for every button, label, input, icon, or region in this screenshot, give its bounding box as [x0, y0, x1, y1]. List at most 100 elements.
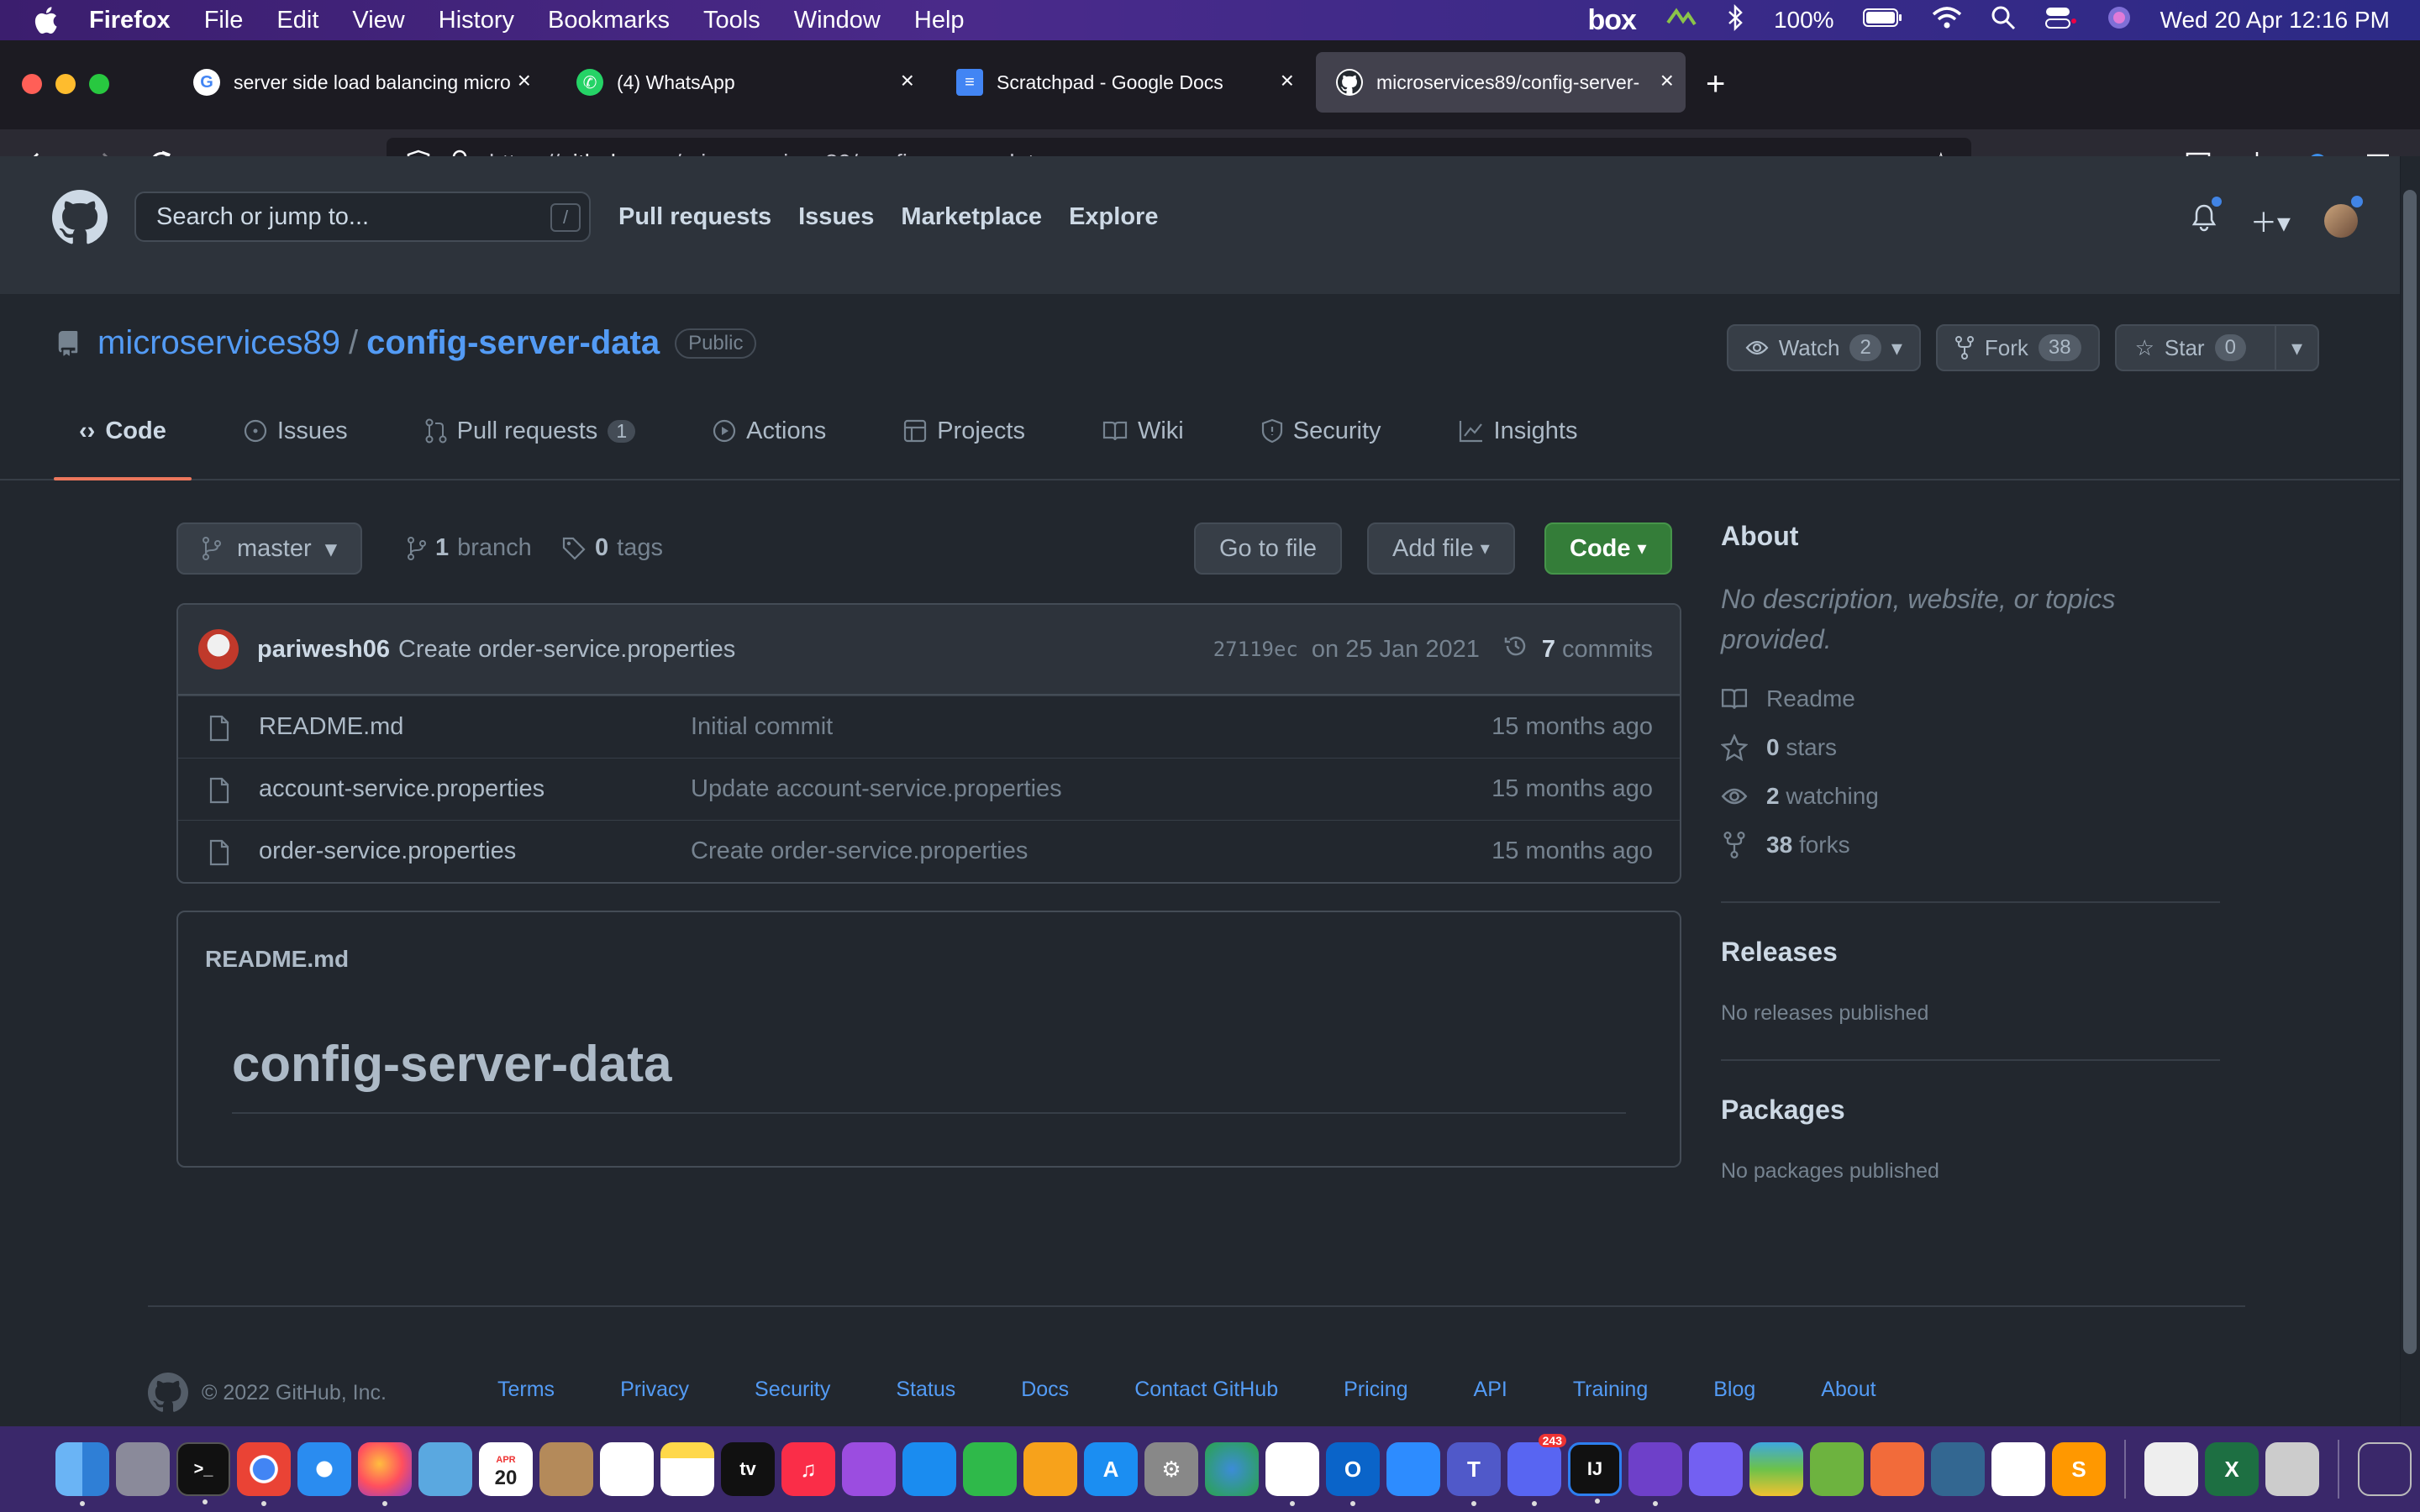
- menu-bookmarks[interactable]: Bookmarks: [548, 7, 670, 34]
- battery-icon[interactable]: [1862, 7, 1903, 34]
- browser-tab-google[interactable]: G server side load balancing micro ×: [173, 52, 543, 113]
- repo-name-link[interactable]: config-server-data: [366, 324, 660, 362]
- new-tab-button[interactable]: +: [1706, 66, 1725, 103]
- nav-explore[interactable]: Explore: [1069, 203, 1158, 231]
- reminders-icon[interactable]: [600, 1442, 654, 1496]
- file-name-link[interactable]: README.md: [259, 713, 403, 741]
- footer-link-pricing[interactable]: Pricing: [1344, 1378, 1407, 1402]
- readme-link[interactable]: Readme: [1721, 675, 2220, 723]
- safari-icon[interactable]: [297, 1442, 351, 1496]
- file-commit-message-link[interactable]: Update account-service.properties: [691, 775, 1062, 803]
- mongodb-compass-icon[interactable]: [1991, 1442, 2045, 1496]
- github-logo-icon[interactable]: [52, 190, 108, 245]
- file-commit-message-link[interactable]: Initial commit: [691, 713, 833, 741]
- siri-icon[interactable]: [2107, 5, 2132, 36]
- calendar-icon[interactable]: APR 20: [479, 1442, 533, 1496]
- footer-link-blog[interactable]: Blog: [1713, 1378, 1755, 1402]
- spring-tools-icon[interactable]: [1810, 1442, 1864, 1496]
- star-button[interactable]: ☆ Star 0 ▾: [2114, 324, 2319, 371]
- github-desktop-icon[interactable]: [1628, 1442, 1682, 1506]
- go-to-file-button[interactable]: Go to file: [1194, 522, 1343, 575]
- menu-help[interactable]: Help: [914, 7, 965, 34]
- browser-tab-github[interactable]: microservices89/config-server- ×: [1316, 52, 1686, 113]
- layers-app-icon[interactable]: [1749, 1442, 1803, 1496]
- keynote-icon[interactable]: [902, 1442, 956, 1496]
- create-new-plus-icon[interactable]: ＋▾: [2250, 202, 2291, 240]
- scrollbar-thumb[interactable]: [2403, 190, 2417, 1354]
- postgres-icon[interactable]: [1931, 1442, 1985, 1496]
- textedit-document-icon[interactable]: [2144, 1442, 2198, 1496]
- zoom-icon[interactable]: [1386, 1442, 1440, 1496]
- creative-cloud-icon[interactable]: [1665, 6, 1698, 35]
- watch-button[interactable]: Watch 2 ▾: [1726, 324, 1921, 371]
- outlook-icon[interactable]: O: [1326, 1442, 1380, 1506]
- footer-link-contact[interactable]: Contact GitHub: [1134, 1378, 1278, 1402]
- footer-link-status[interactable]: Status: [896, 1378, 955, 1402]
- footer-link-terms[interactable]: Terms: [497, 1378, 555, 1402]
- forks-link[interactable]: 38 forks: [1721, 821, 2220, 869]
- star-list-dropdown[interactable]: ▾: [2274, 326, 2317, 370]
- fork-button[interactable]: Fork 38: [1935, 324, 2100, 371]
- viber-icon[interactable]: [1689, 1442, 1743, 1496]
- branches-link[interactable]: 1 branch: [407, 534, 532, 562]
- file-name-link[interactable]: order-service.properties: [259, 837, 516, 865]
- footer-link-privacy[interactable]: Privacy: [620, 1378, 689, 1402]
- file-commit-message-link[interactable]: Create order-service.properties: [691, 837, 1028, 865]
- footer-link-training[interactable]: Training: [1573, 1378, 1648, 1402]
- file-row[interactable]: README.md Initial commit 15 months ago: [178, 696, 1680, 758]
- terminal-icon[interactable]: >_: [176, 1442, 230, 1504]
- repo-owner-link[interactable]: microservices89: [97, 324, 340, 362]
- close-window-button[interactable]: [22, 74, 42, 94]
- zoom-window-button[interactable]: [89, 74, 109, 94]
- star-main[interactable]: ☆ Star 0: [2117, 326, 2265, 370]
- close-tab-icon[interactable]: ×: [901, 67, 914, 94]
- tab-wiki[interactable]: Wiki: [1077, 403, 1209, 459]
- postman-icon[interactable]: [1870, 1442, 1924, 1496]
- github-search-input[interactable]: Search or jump to... /: [134, 192, 591, 242]
- app-store-icon[interactable]: A: [1084, 1442, 1138, 1496]
- tab-projects[interactable]: Projects: [878, 403, 1050, 459]
- spotlight-search-icon[interactable]: [1991, 5, 2016, 36]
- tab-security[interactable]: Security: [1236, 403, 1407, 459]
- branch-select-button[interactable]: master ▾: [176, 522, 363, 575]
- system-preferences-icon[interactable]: ⚙: [1144, 1442, 1198, 1496]
- wifi-icon[interactable]: [1932, 6, 1962, 35]
- watchers-link[interactable]: 2 watching: [1721, 772, 2220, 821]
- stars-link[interactable]: 0 stars: [1721, 723, 2220, 772]
- menu-history[interactable]: History: [439, 7, 514, 34]
- browser-tab-whatsapp[interactable]: ✆ (4) WhatsApp ×: [556, 52, 926, 113]
- close-tab-icon[interactable]: ×: [518, 67, 531, 94]
- podcasts-icon[interactable]: [842, 1442, 896, 1496]
- slack-icon[interactable]: [1265, 1442, 1319, 1506]
- notifications-bell-icon[interactable]: [2191, 195, 2223, 239]
- file-name-link[interactable]: account-service.properties: [259, 775, 544, 803]
- numbers-icon[interactable]: [963, 1442, 1017, 1496]
- footer-link-about[interactable]: About: [1821, 1378, 1876, 1402]
- tags-link[interactable]: 0 tags: [561, 534, 663, 562]
- close-tab-icon[interactable]: ×: [1660, 67, 1674, 94]
- commit-author-link[interactable]: pariwesh06: [257, 636, 390, 664]
- tab-code[interactable]: ‹› Code: [54, 403, 192, 480]
- menu-window[interactable]: Window: [794, 7, 881, 34]
- file-row[interactable]: order-service.properties Create order-se…: [178, 820, 1680, 882]
- code-dropdown-button[interactable]: Code ▾: [1544, 522, 1672, 575]
- screenshot-thumbnail-icon[interactable]: [2265, 1442, 2319, 1496]
- chrome-icon[interactable]: [237, 1442, 291, 1506]
- footer-link-docs[interactable]: Docs: [1021, 1378, 1069, 1402]
- menu-view[interactable]: View: [352, 7, 404, 34]
- menu-edit[interactable]: Edit: [276, 7, 318, 34]
- tab-insights[interactable]: Insights: [1434, 403, 1603, 459]
- nav-marketplace[interactable]: Marketplace: [901, 203, 1042, 231]
- file-row[interactable]: account-service.properties Update accoun…: [178, 758, 1680, 820]
- apple-icon[interactable]: [30, 5, 60, 35]
- sublime-text-icon[interactable]: S: [2052, 1442, 2106, 1496]
- minimize-window-button[interactable]: [55, 74, 76, 94]
- menu-app-name[interactable]: Firefox: [89, 7, 171, 34]
- trash-icon[interactable]: [2358, 1442, 2412, 1496]
- pages-icon[interactable]: [1023, 1442, 1077, 1496]
- tab-pull-requests[interactable]: Pull requests 1: [400, 403, 660, 459]
- nav-pull-requests[interactable]: Pull requests: [618, 203, 771, 231]
- box-status-icon[interactable]: box: [1587, 4, 1636, 37]
- user-avatar[interactable]: [2324, 194, 2365, 238]
- control-center-icon[interactable]: [2044, 6, 2078, 35]
